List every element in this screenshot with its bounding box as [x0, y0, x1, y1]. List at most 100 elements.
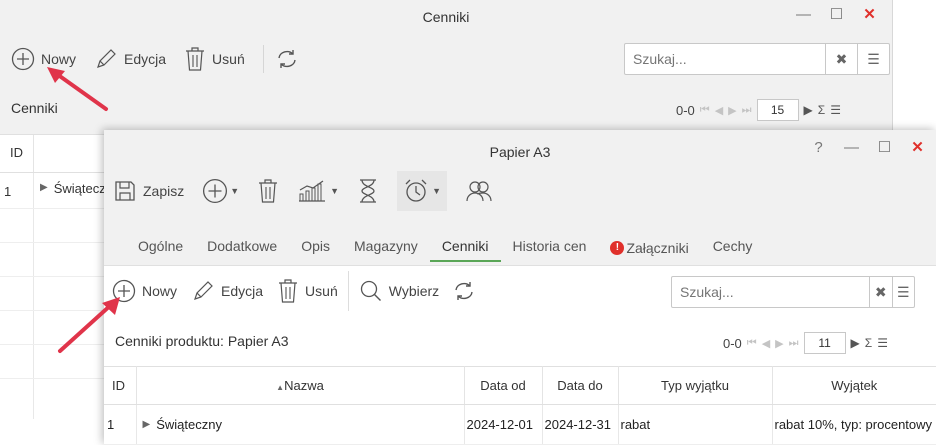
expand-icon[interactable]: ▶ — [40, 182, 48, 208]
magnifier-icon — [359, 279, 383, 303]
prev-page-icon[interactable]: ◀ — [715, 104, 723, 117]
refresh-button[interactable] — [453, 280, 475, 302]
sort-ascending-icon: ▲ — [276, 383, 285, 392]
edit-label: Edycja — [124, 51, 167, 67]
annotation-arrow — [58, 297, 120, 353]
last-page-icon[interactable]: ⏭ — [789, 337, 799, 350]
column-header-exception[interactable]: Wyjątek — [772, 366, 936, 405]
cell-date-from: 2024-12-01 — [464, 404, 543, 445]
refresh-icon — [453, 280, 475, 302]
page-size-dropdown-icon[interactable]: ▶ — [851, 336, 860, 350]
column-header-name-label: Nazwa — [284, 378, 324, 393]
alert-icon: ! — [610, 241, 625, 255]
first-page-icon[interactable]: ⏮ — [747, 337, 757, 350]
save-button[interactable]: Zapisz — [113, 179, 184, 203]
product-window: Papier A3 ? — ☐ ✕ Zapisz ▼ ▼ ▼ Ogólne Do… — [104, 130, 936, 445]
trash-icon — [257, 178, 279, 204]
search-menu-button[interactable]: ☰ — [857, 44, 889, 74]
clear-search-button[interactable]: ✖ — [825, 44, 857, 74]
hourglass-icon — [357, 178, 379, 204]
tab-price-history[interactable]: Historia cen — [501, 234, 599, 262]
tab-warehouses[interactable]: Magazyny — [342, 234, 430, 262]
maximize-button[interactable]: ☐ — [868, 139, 901, 157]
close-button[interactable]: ✕ — [853, 6, 886, 24]
help-button[interactable]: ? — [802, 139, 835, 157]
columns-menu-icon[interactable]: ☰ — [830, 103, 841, 117]
sum-icon[interactable]: Σ — [865, 336, 872, 350]
search-menu-button[interactable]: ☰ — [891, 277, 915, 307]
price-list-toolbar: Nowy Edycja Usuń Wybierz — [112, 271, 493, 311]
page-size-dropdown-icon[interactable]: ▶ — [804, 103, 813, 117]
column-header-name[interactable]: ▲Nazwa — [136, 366, 465, 405]
minimize-button[interactable]: — — [787, 6, 820, 24]
columns-menu-icon[interactable]: ☰ — [877, 336, 888, 350]
tab-price-lists[interactable]: Cenniki — [429, 234, 501, 262]
clear-icon: ✖ — [874, 283, 887, 300]
users-button[interactable] — [465, 179, 493, 203]
search-input[interactable] — [625, 44, 825, 74]
refresh-button[interactable] — [276, 48, 298, 70]
column-header-id[interactable]: ID — [104, 366, 137, 405]
delete-button[interactable]: Usuń — [184, 46, 245, 72]
select-button[interactable]: Wybierz — [359, 279, 439, 303]
product-toolbar: Zapisz ▼ ▼ ▼ — [113, 171, 511, 211]
users-icon — [465, 179, 493, 203]
select-label: Wybierz — [388, 283, 440, 299]
expand-icon[interactable]: ▶ — [143, 419, 151, 430]
next-page-icon[interactable]: ▶ — [728, 104, 736, 117]
alarm-clock-icon — [403, 178, 429, 204]
next-page-icon[interactable]: ▶ — [775, 337, 783, 350]
minimize-button[interactable]: — — [835, 139, 868, 157]
plus-circle-icon — [202, 178, 228, 204]
pager: 0-0 ⏮ ◀ ▶ ⏭ 15 ▶ Σ ☰ — [676, 99, 841, 121]
clear-search-button[interactable]: ✖ — [869, 277, 892, 307]
page-size-input[interactable]: 11 — [803, 332, 846, 354]
edit-button[interactable]: Edycja — [191, 279, 263, 303]
table-row[interactable]: 1 ▶ Świąteczny 2024-12-01 2024-12-31 raba… — [104, 404, 936, 445]
close-button[interactable]: ✕ — [901, 139, 934, 157]
delete-button[interactable]: Usuń — [277, 278, 338, 304]
window-title: Cenniki — [0, 9, 892, 25]
annotation-arrow — [47, 67, 108, 111]
delete-label: Usuń — [305, 283, 338, 299]
pager: 0-0 ⏮ ◀ ▶ ⏭ 11 ▶ Σ ☰ — [723, 332, 888, 354]
alarm-dropdown-button[interactable]: ▼ — [397, 171, 447, 211]
tab-attachments[interactable]: ! Załączniki — [598, 234, 700, 262]
hourglass-button[interactable] — [357, 178, 379, 204]
cell-name-text: Świąteczny — [156, 417, 222, 432]
pencil-icon — [191, 279, 215, 303]
window-title-text: Cenniki — [422, 9, 470, 25]
tab-general[interactable]: Ogólne — [126, 234, 195, 262]
chevron-down-icon: ▼ — [230, 186, 240, 196]
cell-exception: rabat 10%, typ: procentowy — [772, 404, 936, 445]
tab-content: Nowy Edycja Usuń Wybierz ✖ ☰ C — [104, 265, 936, 445]
prev-page-icon[interactable]: ◀ — [762, 337, 770, 350]
chart-dropdown-button[interactable]: ▼ — [297, 179, 339, 203]
last-page-icon[interactable]: ⏭ — [742, 104, 752, 117]
floppy-disk-icon — [113, 179, 137, 203]
column-header-id[interactable]: ID — [0, 135, 34, 172]
delete-button[interactable] — [257, 178, 279, 204]
cell-date-to: 2024-12-31 — [542, 404, 619, 445]
save-label: Zapisz — [143, 183, 185, 199]
first-page-icon[interactable]: ⏮ — [700, 104, 710, 117]
maximize-button[interactable]: ☐ — [820, 6, 853, 24]
column-header-date-to[interactable]: Data do — [542, 366, 619, 405]
column-header-exception-type[interactable]: Typ wyjątku — [618, 366, 773, 405]
cell-name: ▶ Świąteczny — [136, 404, 465, 445]
price-list-table: ID ▲Nazwa Data od Data do Typ wyjątku Wy… — [104, 366, 936, 445]
cell-exception-type: rabat — [618, 404, 773, 445]
chart-icon — [297, 179, 327, 203]
search-input[interactable] — [672, 277, 869, 307]
tab-features[interactable]: Cechy — [701, 234, 765, 262]
tab-additional[interactable]: Dodatkowe — [195, 234, 289, 262]
menu-icon: ☰ — [896, 283, 910, 300]
add-dropdown-button[interactable]: ▼ — [202, 178, 239, 204]
sum-icon[interactable]: Σ — [818, 103, 825, 117]
column-header-date-from[interactable]: Data od — [464, 366, 543, 405]
cell-id: 1 — [104, 404, 137, 445]
page-size-input[interactable]: 15 — [756, 99, 799, 121]
tab-description[interactable]: Opis — [289, 234, 342, 262]
trash-icon — [277, 278, 299, 304]
section-title: Cenniki produktu: Papier A3 — [115, 333, 289, 349]
